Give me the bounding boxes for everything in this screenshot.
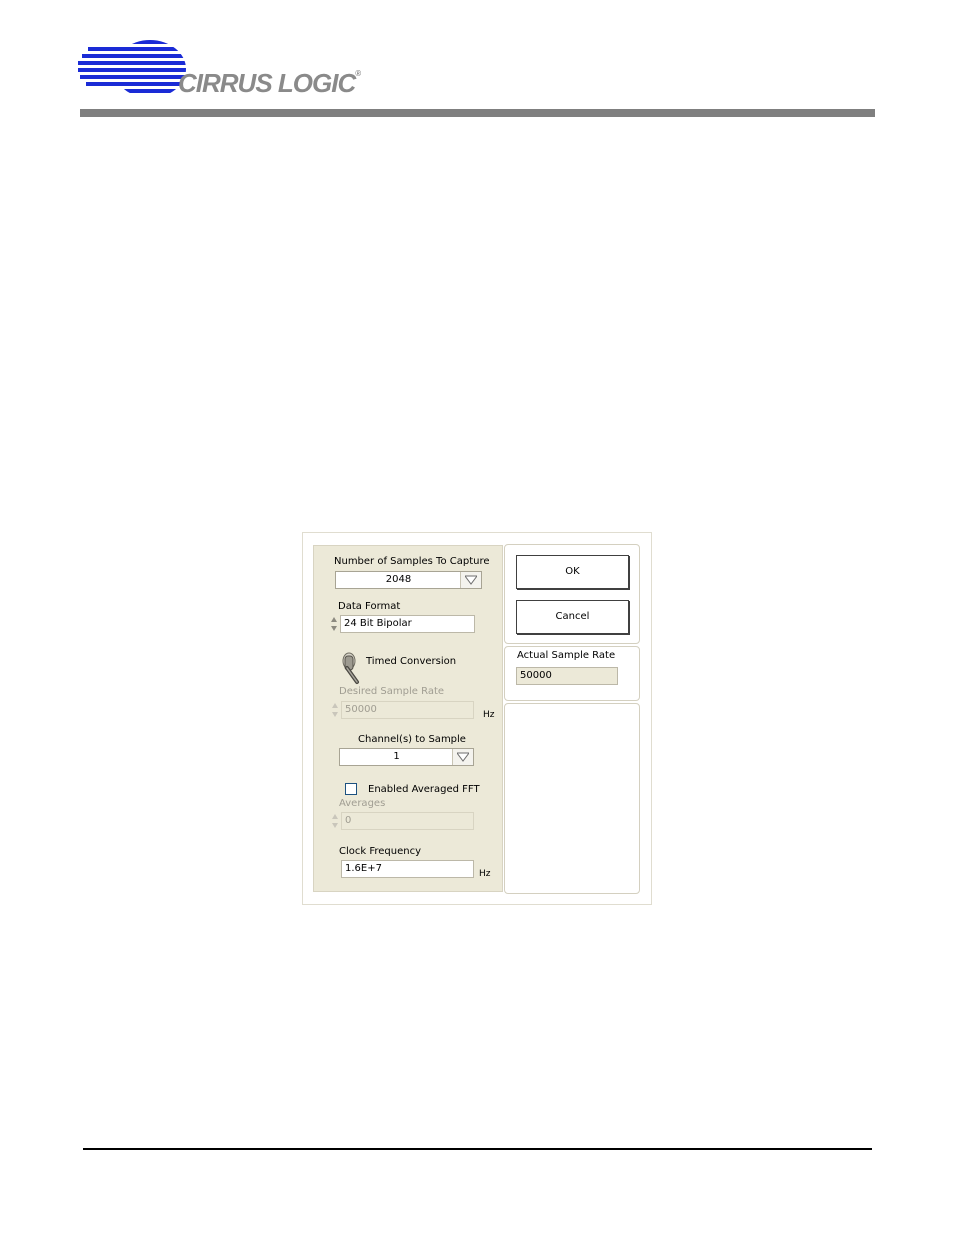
averages-field: 0 (341, 812, 474, 830)
cancel-button[interactable]: Cancel (516, 600, 629, 634)
data-format-label: Data Format (338, 601, 401, 612)
clock-frequency-field[interactable]: 1.6E+7 (341, 860, 474, 878)
ok-button[interactable]: OK (516, 555, 629, 589)
toggle-switch-icon[interactable] (338, 650, 362, 686)
chevron-down-icon[interactable] (460, 572, 481, 588)
averages-label: Averages (339, 798, 386, 809)
desired-rate-stepper-icon (332, 703, 338, 717)
channels-label: Channel(s) to Sample (358, 734, 466, 745)
samples-label: Number of Samples To Capture (334, 556, 490, 567)
chevron-down-icon[interactable] (452, 749, 473, 765)
averaged-fft-label: Enabled Averaged FFT (368, 784, 480, 795)
data-format-field[interactable]: 24 Bit Bipolar (340, 615, 475, 633)
desired-rate-field: 50000 (341, 701, 474, 719)
averages-stepper-icon (332, 814, 338, 828)
clock-frequency-unit: Hz (479, 869, 491, 879)
desired-rate-unit: Hz (483, 710, 495, 720)
averaged-fft-checkbox[interactable] (345, 783, 357, 795)
data-format-stepper-icon[interactable] (330, 615, 338, 633)
channels-select[interactable]: 1 (339, 748, 474, 766)
desired-rate-label: Desired Sample Rate (339, 686, 445, 697)
empty-group (504, 703, 640, 894)
header-bar (80, 109, 875, 117)
clock-frequency-label: Clock Frequency (339, 846, 422, 857)
footer-rule (83, 1148, 872, 1150)
cirrus-logic-logo-mark (78, 40, 186, 93)
samples-select[interactable]: 2048 (335, 571, 482, 589)
actual-rate-field: 50000 (516, 667, 618, 685)
timed-conversion-label: Timed Conversion (366, 656, 457, 667)
cirrus-logic-wordmark: CIRRUS LOGIC® (178, 68, 361, 98)
actual-rate-label: Actual Sample Rate (517, 650, 616, 661)
